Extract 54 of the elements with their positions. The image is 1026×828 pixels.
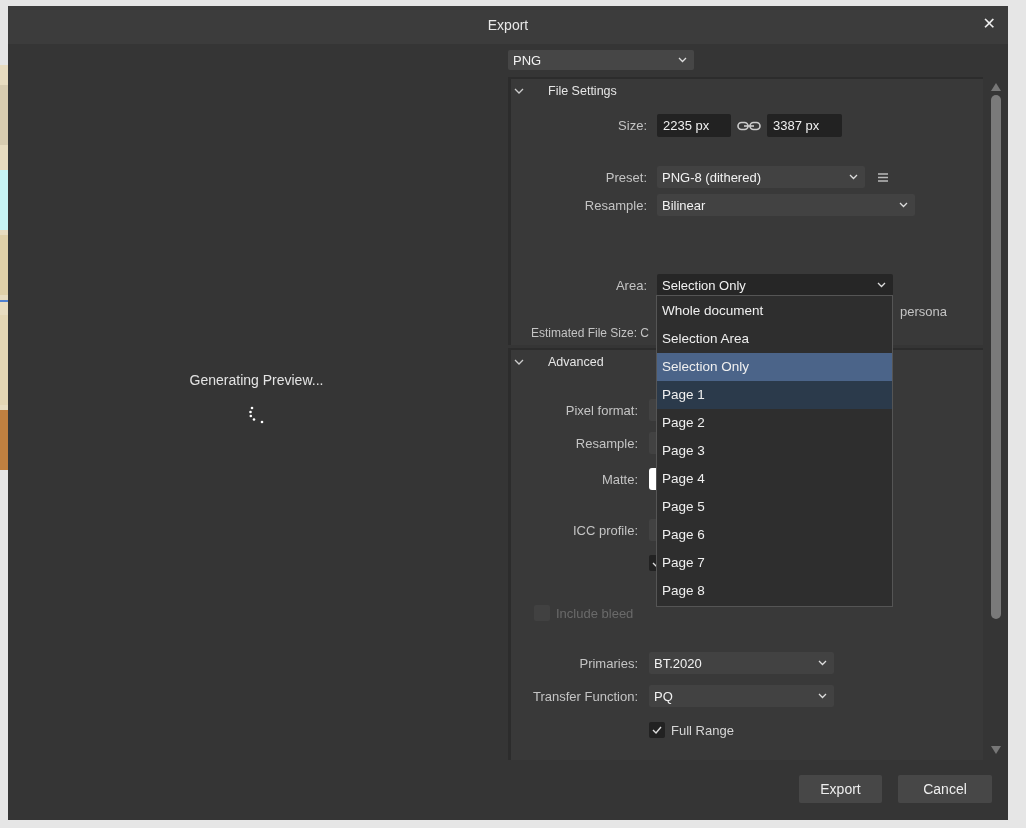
menu-item[interactable]: Whole document [657,297,892,325]
window-title: Export [487,17,529,33]
area-label: Area: [614,277,647,293]
chevron-down-icon [849,174,858,180]
preset-dropdown[interactable]: PNG-8 (dithered) [657,166,865,188]
chevron-down-icon [899,202,908,208]
height-field[interactable]: 3387 px [767,114,842,137]
format-dropdown[interactable]: PNG [508,50,694,70]
chevron-down-icon [818,693,827,699]
menu-item[interactable]: Page 7 [657,549,892,577]
icc-profile-label: ICC profile: [571,522,638,538]
section-title: File Settings [548,84,617,98]
menu-item[interactable]: Page 1 [657,381,892,409]
menu-item[interactable]: Page 8 [657,577,892,605]
export-button[interactable]: Export [799,775,882,803]
chevron-down-icon [877,282,886,288]
preview-message: Generating Preview... [189,372,324,388]
persona-text: persona [900,303,947,319]
full-range-checkbox[interactable]: Full Range [649,722,734,738]
menu-item[interactable]: Page 5 [657,493,892,521]
width-field[interactable]: 2235 px [657,114,731,137]
estimated-file-size: Estimated File Size: C [531,326,650,340]
preset-label: Preset: [604,169,647,185]
transfer-function-label: Transfer Function: [532,688,638,704]
matte-label: Matte: [600,471,638,487]
scroll-down-icon[interactable] [990,746,1001,754]
resample-dropdown[interactable]: Bilinear [657,194,915,216]
chevron-down-icon [678,57,687,63]
pixel-format-label: Pixel format: [564,402,638,418]
menu-item[interactable]: Selection Only [657,353,892,381]
close-button[interactable]: ✕ [978,14,1000,33]
menu-item[interactable]: Page 4 [657,465,892,493]
chevron-icon[interactable] [514,87,524,95]
link-icon[interactable] [737,120,761,131]
menu-item[interactable]: Page 6 [657,521,892,549]
primaries-dropdown[interactable]: BT.2020 [649,652,834,674]
resample-label: Resample: [583,197,647,213]
chevron-down-icon [818,660,827,666]
resample-label: Resample: [574,435,638,451]
menu-item[interactable]: Selection Area [657,325,892,353]
scroll-up-icon[interactable] [990,83,1001,91]
section-title: Advanced [548,355,604,369]
primaries-label: Primaries: [578,655,638,671]
chevron-icon[interactable] [514,358,524,366]
menu-item[interactable]: Page 2 [657,409,892,437]
size-label: Size: [617,118,647,133]
cancel-button[interactable]: Cancel [898,775,992,803]
menu-icon[interactable] [878,172,888,182]
scroll-thumb[interactable] [990,95,1001,619]
loading-spinner-icon [248,406,265,424]
menu-item[interactable]: Page 3 [657,437,892,465]
area-dropdown[interactable]: Selection Only [657,274,893,296]
check-icon [652,726,662,734]
transfer-function-dropdown[interactable]: PQ [649,685,834,707]
